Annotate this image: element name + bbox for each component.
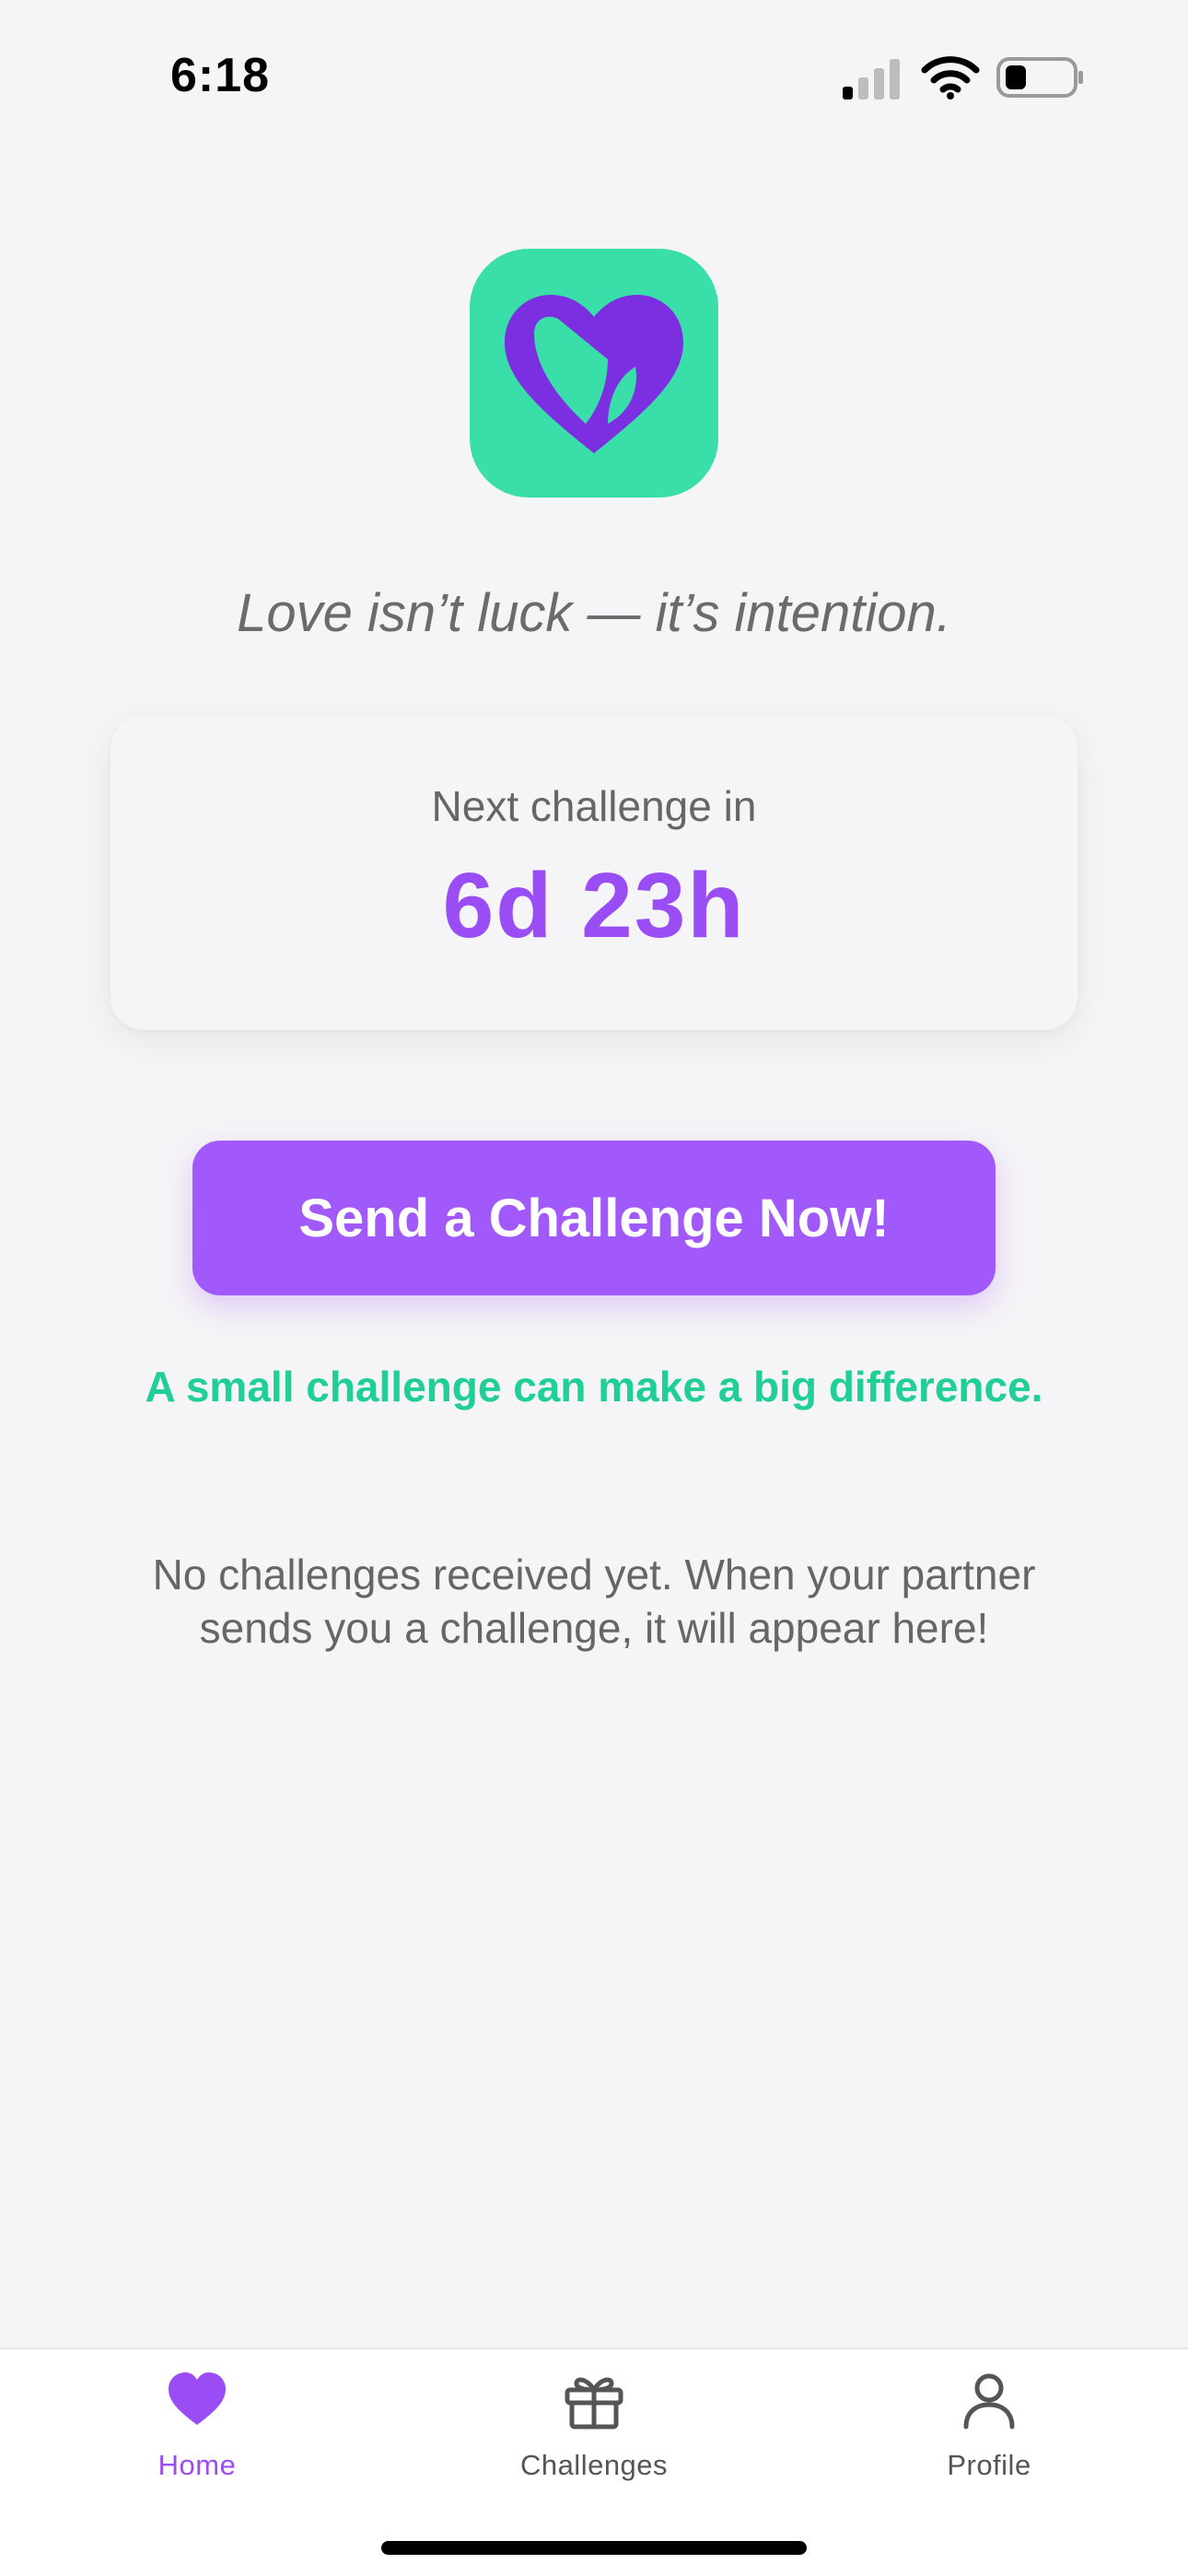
tagline: Love isn’t luck — it’s intention.: [237, 583, 951, 643]
countdown-card: Next challenge in 6d 23h: [111, 715, 1077, 1030]
cellular-signal-icon: [843, 59, 900, 100]
tab-home[interactable]: Home: [59, 2368, 335, 2506]
gift-icon: [565, 2377, 623, 2430]
tab-profile[interactable]: Profile: [851, 2368, 1127, 2506]
send-challenge-button[interactable]: Send a Challenge Now!: [192, 1141, 996, 1295]
home-indicator[interactable]: [381, 2541, 807, 2555]
tab-challenges-label: Challenges: [519, 2449, 669, 2481]
app-logo: [470, 249, 718, 498]
tab-challenges[interactable]: Challenges: [456, 2368, 732, 2506]
heart-logo-icon: [505, 295, 683, 453]
battery-icon: [996, 57, 1083, 98]
tab-profile-label: Profile: [947, 2449, 1031, 2481]
status-bar: 6:18: [0, 0, 1188, 147]
encouragement-text: A small challenge can make a big differe…: [145, 1363, 1043, 1411]
heart-icon: [169, 2372, 226, 2425]
wifi-icon: [921, 56, 980, 100]
home-screen: 6:18 Love isn’t luck — it’s intention. N…: [0, 0, 1188, 2576]
person-icon: [963, 2373, 1015, 2430]
empty-state-message: No challenges received yet. When your pa…: [152, 1551, 1036, 1652]
countdown-label: Next challenge in: [431, 782, 757, 830]
tab-home-label: Home: [157, 2449, 237, 2481]
status-time: 6:18: [170, 49, 271, 102]
countdown-value: 6d 23h: [442, 854, 746, 957]
